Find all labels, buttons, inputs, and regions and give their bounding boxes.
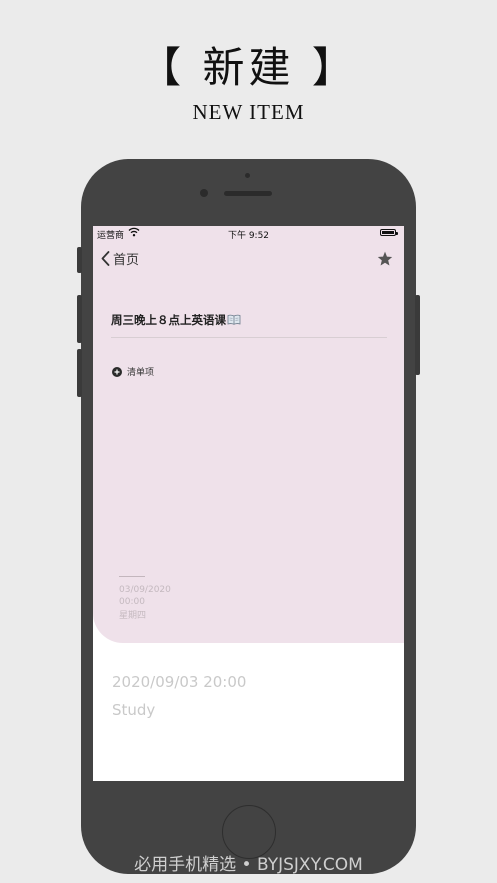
phone-screen: 运营商 下午 9:52 首页 周三晚上８点上英语课 清单项 03/09/2020… [93,226,404,781]
back-label: 首页 [113,252,140,268]
book-icon [227,314,241,325]
star-icon[interactable] [377,251,393,266]
watermark: 必用手机精选 • BYJSJXY.COM [134,855,363,875]
phone-frame: 运营商 下午 9:52 首页 周三晚上８点上英语课 清单项 03/09/2020… [77,159,420,874]
note-title-text: 周三晚上８点上英语课 [111,313,226,327]
front-camera [200,189,208,197]
reminder-datetime[interactable]: 2020/09/03 20:00 [112,673,246,691]
category-tag[interactable]: Study [112,701,155,719]
back-button[interactable]: 首页 [101,248,139,268]
mute-switch [77,247,82,273]
meta-weekday: 星期四 [119,611,147,621]
plus-circle-icon [112,366,122,377]
note-card [93,226,404,643]
earpiece-speaker [224,191,272,196]
add-item-label: 清单项 [127,368,155,378]
note-title[interactable]: 周三晚上８点上英语课 [111,312,241,328]
volume-up-button [77,295,82,343]
meta-divider [119,576,145,577]
volume-down-button [77,349,82,397]
power-button [415,295,420,375]
meta-date: 03/09/2020 [119,585,171,595]
title-divider [111,337,387,338]
status-bar: 运营商 下午 9:52 [93,226,404,242]
chevron-left-icon [101,250,110,266]
battery-icon [380,229,398,236]
front-sensor [245,173,250,178]
promo-subtitle: NEW ITEM [192,100,305,124]
meta-time: 00:00 [119,597,145,607]
status-time: 下午 9:52 [227,231,270,241]
add-checklist-item-button[interactable]: 清单项 [112,365,154,378]
promo-title: 【 新建 】 [139,43,358,92]
